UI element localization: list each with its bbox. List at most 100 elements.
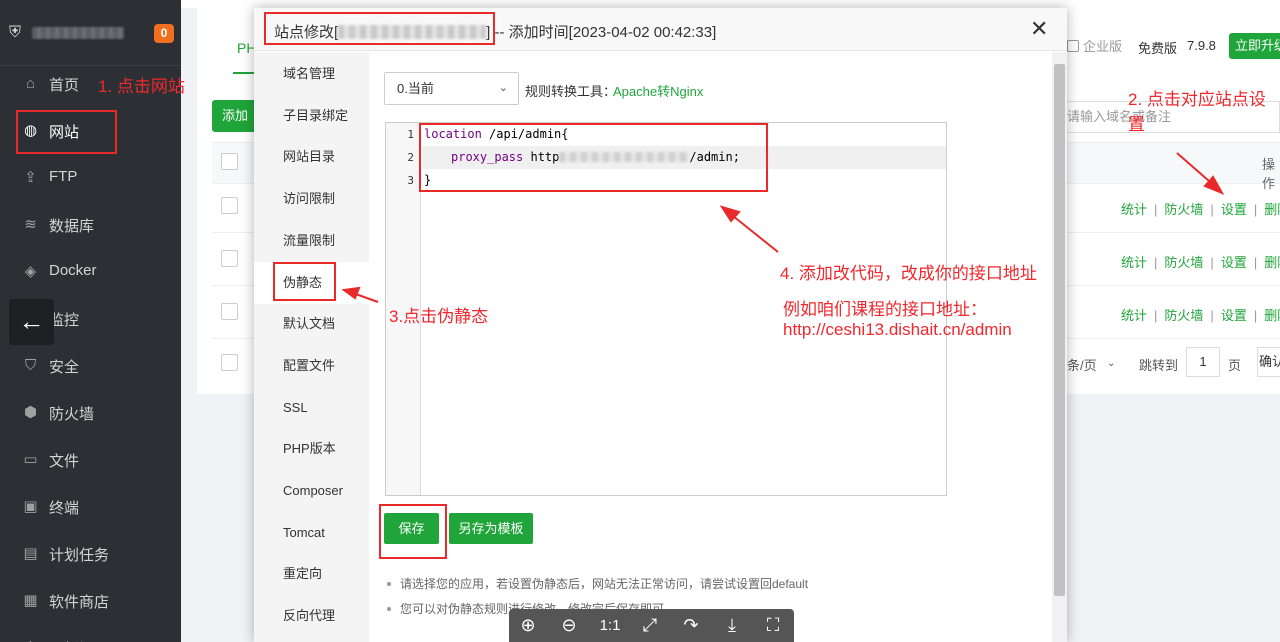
delete-link[interactable]: 删除 — [1264, 202, 1280, 217]
row-checkbox[interactable] — [221, 303, 238, 320]
firewall-icon: ⬢ — [23, 404, 38, 421]
delete-link[interactable]: 删除 — [1264, 255, 1280, 270]
rotate-icon[interactable]: ↷ — [679, 615, 703, 636]
annotation-step4: 4. 添加改代码，改成你的接口地址 — [780, 264, 1037, 283]
brand: ⛨ 0 — [0, 0, 181, 66]
dialog-menu-item[interactable]: PHP版本 — [254, 428, 369, 470]
sidebar-item-3[interactable]: ⇪ FTP — [0, 154, 181, 201]
code-line-1: location /api/admin{ — [424, 127, 569, 141]
dialog-menu-item[interactable]: 配置文件 — [254, 345, 369, 387]
dialog-menu-item[interactable]: 反向代理 — [254, 595, 369, 637]
sidebar-item-label: 防火墙 — [49, 406, 95, 423]
sidebar-item-10[interactable]: ▣ 终端 — [0, 483, 181, 530]
sidebar-item-2[interactable]: ◍ 网站 — [0, 107, 181, 154]
sidebar-item-5[interactable]: ◈ Docker — [0, 248, 181, 295]
settings-link[interactable]: 设置 — [1221, 255, 1247, 270]
fit-screen-icon[interactable]: ⤢ — [638, 615, 662, 636]
sidebar-item-label: 终端 — [49, 500, 80, 517]
fullscreen-icon[interactable]: ⛶ — [761, 615, 785, 636]
dialog-menu-item[interactable]: SSL — [254, 387, 369, 429]
page-unit: 页 — [1228, 358, 1242, 373]
annotation-step1: 1. 点击网站 — [98, 77, 185, 96]
delete-link[interactable]: 删除 — [1264, 308, 1280, 323]
annotation-step2: 2. 点击对应站点设置 — [1128, 90, 1266, 134]
sidebar-item-7[interactable]: ⛉ 安全 — [0, 342, 181, 389]
version-number: 7.9.8 — [1187, 38, 1216, 53]
row-actions: 统计|防火墙|设置|删除 — [1121, 252, 1280, 271]
docker-icon: ◈ — [24, 263, 37, 280]
annotation-step3: 3.点击伪静态 — [389, 307, 489, 326]
folder-icon: ▭ — [23, 451, 38, 468]
dialog-header: 站点修改[] -- 添加时间[2023-04-02 00:42:33] ✕ — [254, 8, 1067, 51]
site-name-blurred — [338, 25, 487, 39]
dialog-menu-item[interactable]: 重定向 — [254, 553, 369, 595]
version-bar: 企业版 免费版 7.9.8 立即升级 — [1067, 30, 1280, 62]
sidebar-item-label: 面板设置 — [49, 638, 109, 642]
sidebar-item-label: 网站 — [49, 124, 80, 141]
row-actions: 统计|防火墙|设置|删除 — [1121, 305, 1280, 324]
firewall-link[interactable]: 防火墙 — [1164, 255, 1203, 270]
annotation-url: http://ceshi13.dishait.cn/admin — [783, 320, 1012, 339]
free-edition-label: 免费版 — [1138, 41, 1178, 56]
row-checkbox[interactable] — [221, 250, 238, 267]
sidebar-item-label: 计划任务 — [49, 547, 110, 564]
sidebar-item-12[interactable]: ▦ 软件商店 — [0, 577, 181, 624]
row-checkbox[interactable] — [221, 197, 238, 214]
page-input[interactable]: 1 — [1186, 347, 1220, 377]
firewall-link[interactable]: 防火墙 — [1164, 308, 1203, 323]
dialog-menu-item[interactable]: Tomcat — [254, 512, 369, 554]
zoom-in-icon[interactable]: ⊕ — [516, 615, 540, 636]
confirm-button[interactable]: 确认 — [1257, 347, 1280, 377]
add-site-button[interactable]: 添加站点 — [212, 100, 258, 132]
upgrade-button[interactable]: 立即升级 — [1229, 33, 1280, 59]
back-arrow-icon[interactable]: ← — [9, 299, 54, 345]
dialog-menu-item[interactable]: 访问限制 — [254, 178, 369, 220]
stats-link[interactable]: 统计 — [1121, 255, 1147, 270]
scrollbar[interactable] — [1052, 52, 1067, 642]
enterprise-label[interactable]: 企业版 — [1067, 36, 1122, 55]
stats-link[interactable]: 统计 — [1121, 202, 1147, 217]
sidebar-item-label: FTP — [49, 168, 78, 185]
dialog-body: 0.当前 ⌄ 规则转换工具： Apache转Nginx 1 2 3 locatio… — [369, 52, 1052, 642]
dialog-menu-item[interactable]: 域名管理 — [254, 53, 369, 95]
sidebar-item-label: 首页 — [49, 77, 80, 94]
zoom-out-icon[interactable]: ⊖ — [557, 615, 581, 636]
row-actions: 统计|防火墙|设置|删除 — [1121, 199, 1280, 218]
shield-icon: ⛉ — [24, 357, 37, 374]
select-all-checkbox[interactable] — [221, 153, 238, 170]
annotation-example: 例如咱们课程的接口地址： — [783, 300, 987, 319]
sidebar-item-9[interactable]: ▭ 文件 — [0, 436, 181, 483]
sidebar-item-8[interactable]: ⬢ 防火墙 — [0, 389, 181, 436]
dialog-menu-item[interactable]: 伪静态 — [254, 261, 369, 304]
sidebar-item-11[interactable]: ▤ 计划任务 — [0, 530, 181, 577]
select-all-checkbox-bottom[interactable] — [221, 354, 238, 371]
store-icon: ▦ — [23, 592, 38, 609]
download-icon[interactable]: ⤓ — [720, 615, 744, 636]
rewrite-template-select[interactable]: 0.当前 ⌄ — [384, 72, 519, 105]
notification-badge[interactable]: 0 — [154, 24, 174, 43]
database-icon: ≋ — [24, 216, 37, 233]
dialog-menu-item[interactable]: 子目录绑定 — [254, 95, 369, 137]
per-page-select[interactable]: 条/页 — [1067, 355, 1097, 374]
dialog-menu-item[interactable]: 默认文档 — [254, 303, 369, 345]
code-line-3: } — [424, 173, 432, 187]
tool-label: 规则转换工具： — [525, 84, 617, 99]
dialog-menu-item[interactable]: Composer — [254, 470, 369, 512]
sidebar-item-13[interactable]: ⚙面板设置 — [0, 624, 181, 642]
code-line-2: proxy_pass http/admin; — [451, 150, 740, 164]
settings-link[interactable]: 设置 — [1221, 308, 1247, 323]
actual-size-button[interactable]: 1:1 — [598, 617, 622, 634]
save-button[interactable]: 保存 — [384, 513, 439, 544]
image-viewer-toolbar: ⊕ ⊖ 1:1 ⤢ ↷ ⤓ ⛶ — [509, 609, 794, 642]
firewall-link[interactable]: 防火墙 — [1164, 202, 1203, 217]
stats-link[interactable]: 统计 — [1121, 308, 1147, 323]
save-as-template-button[interactable]: 另存为模板 — [449, 513, 533, 544]
sidebar-item-label: 安全 — [49, 359, 80, 376]
settings-link[interactable]: 设置 — [1221, 202, 1247, 217]
close-icon[interactable]: ✕ — [1030, 17, 1048, 41]
dialog-menu-item[interactable]: 流量限制 — [254, 220, 369, 262]
sidebar-item-label: Docker — [49, 262, 97, 279]
apache-to-nginx-link[interactable]: Apache转Nginx — [613, 81, 703, 100]
dialog-menu-item[interactable]: 网站目录 — [254, 136, 369, 178]
sidebar-item-4[interactable]: ≋ 数据库 — [0, 201, 181, 248]
